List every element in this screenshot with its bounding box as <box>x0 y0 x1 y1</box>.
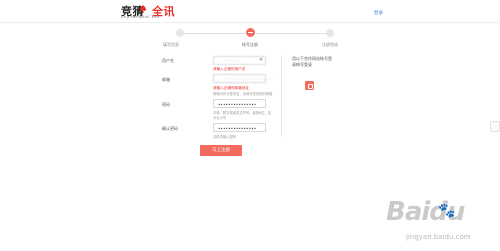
scroll-handle[interactable] <box>490 121 500 132</box>
confirm-password-label: 确认密码 <box>162 126 178 131</box>
step-1-indicator <box>176 29 184 37</box>
vertical-divider <box>281 55 282 137</box>
clear-input-icon[interactable]: ✕ <box>259 57 263 63</box>
step-2-indicator-active <box>246 28 255 37</box>
step-2-label: 帐号注册 <box>242 42 258 47</box>
paw-watermark-icon: 🐾 <box>438 203 456 219</box>
partner-login-text: 用以下合作网站帐号登录帐号登录 <box>292 56 332 67</box>
email-error: 请输入正确的邮箱地址 <box>213 86 249 90</box>
register-submit-button[interactable]: 马上注册 <box>200 145 242 156</box>
email-input[interactable]: ~~~~~~~~~~~~~~~~~~ <box>213 74 272 83</box>
watermark-url: jingyan.baidu.com <box>406 233 471 241</box>
step-connector-2 <box>256 33 330 34</box>
password-hint: 字母、数字或者英文符号，最短6位，区分大小写 <box>213 111 272 120</box>
login-link[interactable]: 登录 <box>374 10 383 16</box>
confirm-password-hint: 请再次输入密码 <box>213 135 237 139</box>
step-connector-1 <box>181 33 245 34</box>
password-input[interactable]: ••••••••••••••• <box>213 99 266 108</box>
partner-login-icon[interactable] <box>305 81 314 90</box>
step-1-label: 填写信息 <box>163 42 179 47</box>
email-label: 邮箱 <box>162 77 170 82</box>
spade-logo-icon <box>139 5 147 13</box>
step-3-label: 注册完成 <box>322 42 338 47</box>
password-label: 密码 <box>162 102 170 107</box>
top-navigation-bar <box>0 0 500 23</box>
username-error: 请输入正确的用户名 <box>213 67 246 71</box>
email-hint: 邮箱可作为登录名，请填写您常用的邮箱 <box>213 92 273 96</box>
username-label: 用户名 <box>162 58 174 63</box>
confirm-password-input[interactable]: ••••••••••••••• <box>213 123 266 132</box>
step-3-indicator <box>326 29 334 37</box>
logo-pinyin: jing cai quan xun <box>121 15 160 19</box>
